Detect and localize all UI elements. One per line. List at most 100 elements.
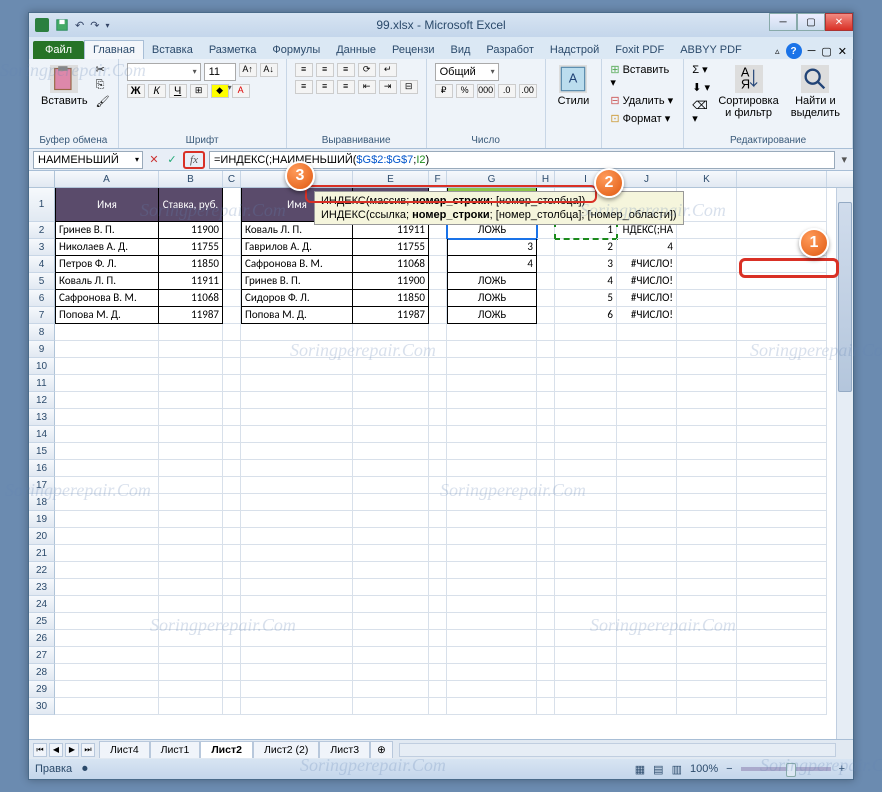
cell[interactable] (537, 647, 555, 664)
cell[interactable] (241, 647, 353, 664)
minimize-button[interactable]: ─ (769, 13, 797, 31)
cell[interactable] (617, 664, 677, 681)
cell[interactable]: 11850 (353, 290, 429, 307)
font-family-combo[interactable] (127, 63, 201, 81)
zoom-in-button[interactable]: + (839, 763, 845, 775)
cell[interactable] (447, 426, 537, 443)
sheet-tab[interactable]: Лист3 (319, 741, 370, 758)
cell[interactable]: 3 (555, 256, 617, 273)
cell[interactable]: Николаев А. Д. (55, 239, 159, 256)
cell[interactable] (737, 528, 827, 545)
cell[interactable] (617, 426, 677, 443)
cell[interactable] (353, 375, 429, 392)
cell[interactable]: #ЧИСЛО! (617, 256, 677, 273)
cell[interactable] (429, 579, 447, 596)
cell[interactable] (353, 443, 429, 460)
cut-icon[interactable]: ✂ (96, 63, 110, 76)
cell[interactable] (223, 307, 241, 324)
tab-abbyy[interactable]: ABBYY PDF (672, 41, 750, 59)
new-sheet-button[interactable]: ⊕ (370, 741, 393, 758)
cell[interactable] (617, 511, 677, 528)
cell[interactable] (447, 698, 537, 715)
font-color-button[interactable]: A (232, 84, 250, 98)
cell[interactable] (353, 477, 429, 494)
cell[interactable] (429, 239, 447, 256)
name-box[interactable]: НАИМЕНЬШИЙ (33, 151, 143, 169)
cell[interactable] (555, 460, 617, 477)
cell[interactable] (677, 545, 737, 562)
cell[interactable] (353, 511, 429, 528)
comma-button[interactable]: 000 (477, 84, 495, 98)
cell[interactable] (353, 664, 429, 681)
cell[interactable] (159, 341, 223, 358)
align-bot-button[interactable]: ≡ (337, 63, 355, 77)
cell[interactable] (677, 256, 737, 273)
cell[interactable] (353, 528, 429, 545)
cell[interactable] (737, 630, 827, 647)
tab-home[interactable]: Главная (84, 40, 144, 59)
cell[interactable] (677, 630, 737, 647)
cell[interactable] (737, 698, 827, 715)
cell[interactable] (537, 426, 555, 443)
italic-button[interactable]: К (148, 84, 166, 98)
cell[interactable] (159, 392, 223, 409)
cell[interactable] (223, 477, 241, 494)
cell[interactable] (241, 358, 353, 375)
underline-button[interactable]: Ч (169, 84, 187, 98)
cell[interactable] (555, 494, 617, 511)
cell[interactable] (555, 409, 617, 426)
cell[interactable]: 14 (29, 426, 55, 443)
sheet-tab[interactable]: Лист4 (99, 741, 150, 758)
cell[interactable] (241, 664, 353, 681)
tab-file[interactable]: Файл (33, 41, 84, 59)
cell[interactable] (537, 392, 555, 409)
tab-layout[interactable]: Разметка (201, 41, 265, 59)
cell[interactable] (737, 324, 827, 341)
cell[interactable] (429, 256, 447, 273)
sheet-tab[interactable]: Лист2 (2) (253, 741, 319, 758)
cell[interactable] (159, 630, 223, 647)
cell[interactable] (617, 460, 677, 477)
cell[interactable] (677, 494, 737, 511)
cell[interactable] (353, 392, 429, 409)
cell[interactable] (223, 188, 241, 222)
cell[interactable] (537, 477, 555, 494)
cell[interactable] (617, 341, 677, 358)
cell[interactable] (223, 647, 241, 664)
align-left-button[interactable]: ≡ (295, 80, 313, 94)
cell[interactable] (737, 188, 827, 222)
cell[interactable] (555, 630, 617, 647)
cell[interactable] (159, 324, 223, 341)
cell[interactable] (159, 545, 223, 562)
cell[interactable]: 20 (29, 528, 55, 545)
cell[interactable] (55, 698, 159, 715)
cell[interactable] (677, 613, 737, 630)
cell[interactable] (159, 647, 223, 664)
cell[interactable] (55, 494, 159, 511)
cell[interactable]: 4 (555, 273, 617, 290)
cell[interactable] (223, 562, 241, 579)
cell[interactable] (737, 664, 827, 681)
next-sheet-button[interactable]: ▶ (65, 743, 79, 757)
percent-button[interactable]: % (456, 84, 474, 98)
cell[interactable] (677, 239, 737, 256)
cell[interactable] (447, 596, 537, 613)
zoom-level[interactable]: 100% (690, 763, 718, 775)
cell[interactable]: 11755 (159, 239, 223, 256)
cell[interactable] (429, 460, 447, 477)
cell[interactable] (677, 562, 737, 579)
format-painter-icon[interactable]: 🖌 (96, 95, 110, 108)
cancel-formula-icon[interactable]: ✕ (147, 153, 161, 167)
cell[interactable] (447, 647, 537, 664)
cell[interactable] (737, 681, 827, 698)
cell[interactable] (447, 579, 537, 596)
cell[interactable] (447, 630, 537, 647)
cell[interactable] (737, 511, 827, 528)
cell[interactable] (617, 409, 677, 426)
cell[interactable] (159, 409, 223, 426)
cell[interactable] (241, 630, 353, 647)
cell[interactable] (223, 528, 241, 545)
cell[interactable]: 4 (447, 256, 537, 273)
cell[interactable] (223, 290, 241, 307)
cell[interactable] (537, 307, 555, 324)
